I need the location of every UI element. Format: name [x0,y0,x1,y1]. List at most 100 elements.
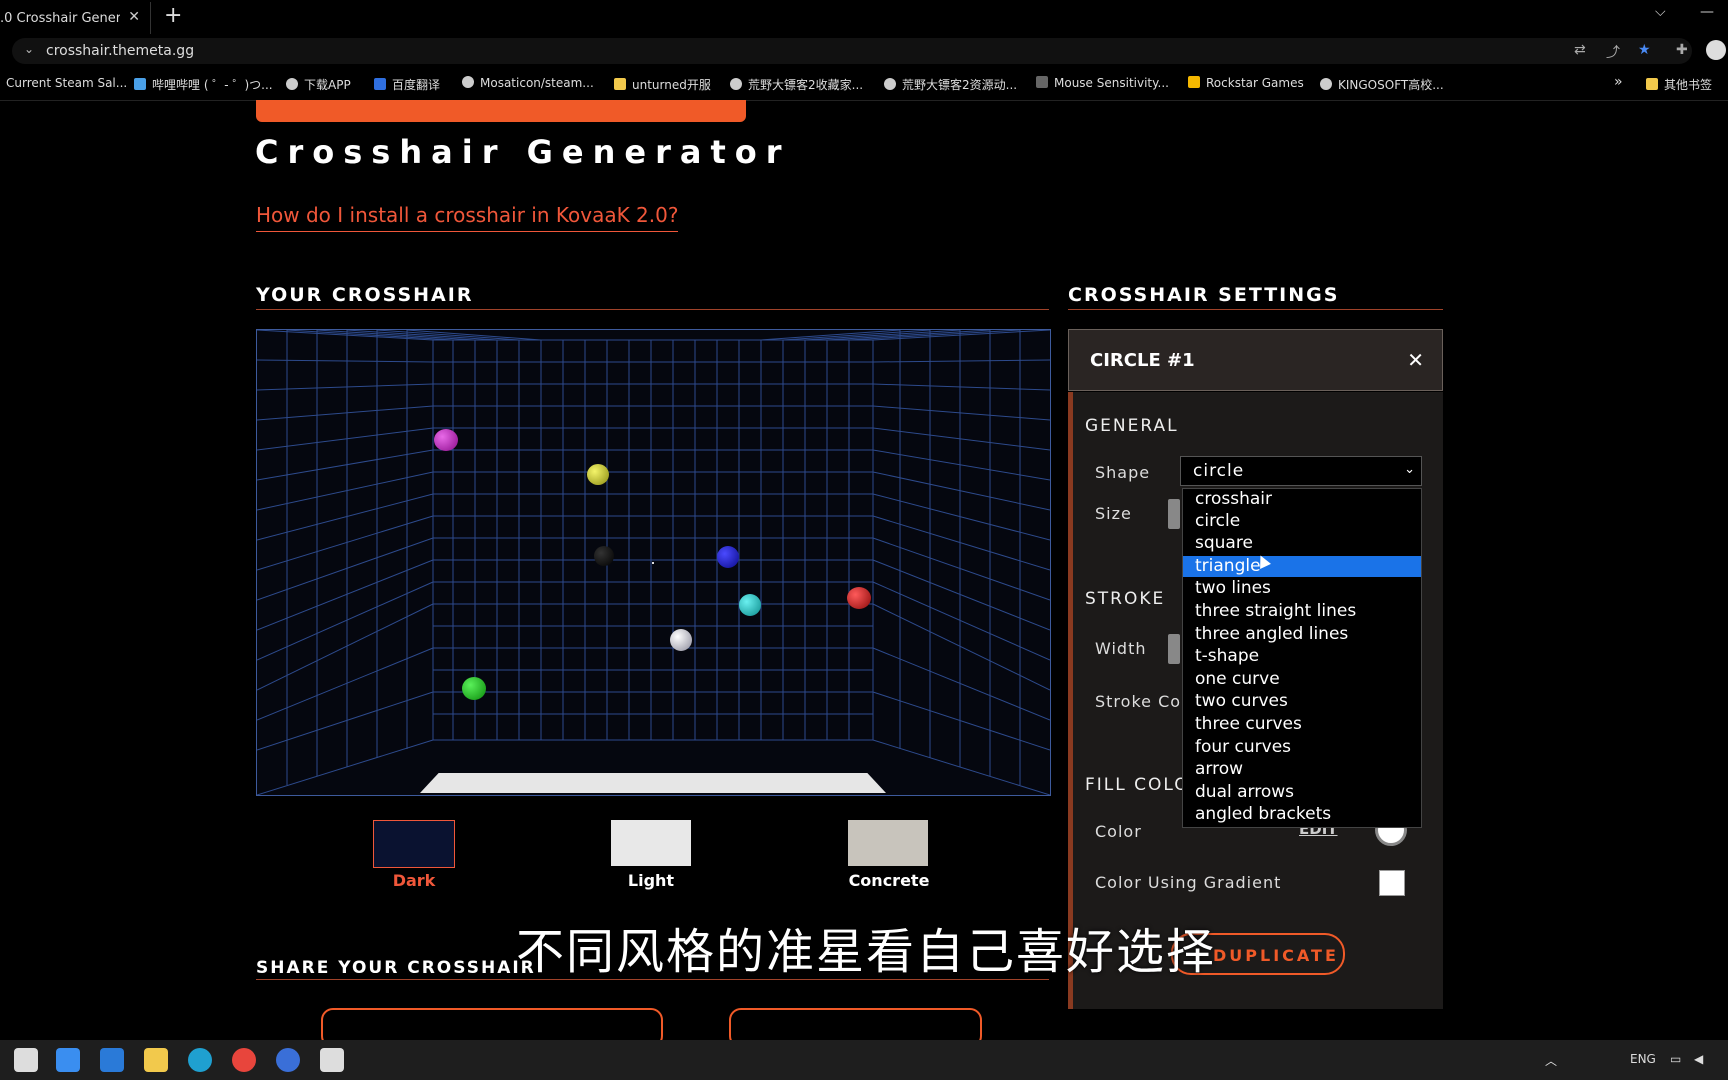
network-icon[interactable]: ▭ [1670,1052,1681,1066]
shape-label: Shape [1095,463,1151,482]
target-ball-white[interactable] [670,629,692,651]
shape-option[interactable]: dual arrows [1183,782,1421,803]
bookmarks-more-icon[interactable]: » [1614,74,1623,90]
extensions-icon[interactable]: ✚ [1676,42,1688,58]
bookmark-item[interactable]: 下载APP [286,76,351,93]
target-ball-black[interactable] [594,546,614,566]
target-ball-green[interactable] [462,677,486,700]
windows-taskbar: ︿ ENG ▭ ◀ [0,1040,1728,1080]
chrome-icon[interactable] [232,1048,256,1072]
github-icon [462,76,474,88]
panel-title: CIRCLE #1 [1090,350,1195,371]
thumb-concrete[interactable] [848,820,928,866]
bookmark-item[interactable]: Mouse Sensitivity... [1036,76,1169,90]
crosshair-dot [652,562,654,564]
bookmark-item[interactable]: unturned开服 [614,76,711,93]
gradient-checkbox[interactable] [1379,870,1405,896]
divider [256,309,1049,310]
thumb-label-dark[interactable]: Dark [354,871,474,890]
target-ball-red[interactable] [847,587,871,609]
share-heading: SHARE YOUR CROSSHAIR [256,958,536,978]
globe-icon [286,78,298,90]
bookmark-item[interactable]: 荒野大镖客2收藏家... [730,76,863,93]
size-label: Size [1095,504,1132,523]
bookmark-label: 百度翻译 [392,78,441,92]
chevron-down-icon[interactable]: ⌄ [24,42,34,56]
bookmark-item[interactable]: Mosaticon/steam... [462,76,594,90]
widgets-icon[interactable] [56,1048,80,1072]
bookmark-label: unturned开服 [632,78,711,92]
shape-option[interactable]: four curves [1183,737,1421,758]
bookmark-item[interactable]: 哔哩哔哩 ( ゜- ゜)つ... [134,76,273,93]
shape-option[interactable]: crosshair [1183,489,1421,510]
bookmark-item[interactable]: Current Steam Sal... [6,76,127,90]
bookmarks-bar: Current Steam Sal... 哔哩哔哩 ( ゜- ゜)つ... 下载… [0,68,1728,101]
thumb-light[interactable] [611,820,691,866]
shape-option[interactable]: two lines [1183,578,1421,599]
shape-option[interactable]: two curves [1183,691,1421,712]
close-icon[interactable]: ✕ [1407,348,1424,372]
volume-icon[interactable]: ◀ [1694,1052,1703,1066]
shape-option[interactable]: three straight lines [1183,601,1421,622]
share-icon[interactable]: ⤴ [1606,42,1620,62]
site-icon [884,78,896,90]
minimize-icon[interactable]: — [1700,4,1714,20]
file-explorer-icon[interactable] [144,1048,168,1072]
tab-close-icon[interactable]: ✕ [128,9,140,25]
shape-option[interactable]: circle [1183,511,1421,532]
target-ball-blue[interactable] [717,546,739,568]
app-icon[interactable] [276,1048,300,1072]
bookmark-label: KINGOSOFT高校... [1338,78,1444,92]
chevron-down-icon: ⌄ [1404,462,1415,477]
tab-search-chevron-icon[interactable]: ⌵ [1655,4,1666,20]
task-view-icon[interactable] [14,1048,38,1072]
install-help-link[interactable]: How do I install a crosshair in KovaaK 2… [256,203,679,232]
address-bar: ⌄ crosshair.themeta.gg ⇄ ⤴ ★ ✚ [0,34,1728,68]
bookmark-item[interactable]: Rockstar Games [1188,76,1304,90]
color-label: Color [1095,822,1142,841]
page-subtitle: Crosshair Generator [255,133,791,171]
shape-option[interactable]: three angled lines [1183,624,1421,645]
thumb-dark[interactable] [373,820,455,868]
url-input[interactable]: crosshair.themeta.gg [46,43,194,59]
bookmark-item[interactable]: 其他书签 [1646,76,1712,93]
folder-icon [1646,78,1658,90]
shape-option[interactable]: t-shape [1183,646,1421,667]
tab-title: .0 Crosshair Generator [0,10,120,26]
shape-option[interactable]: arrow [1183,759,1421,780]
thumb-label-concrete[interactable]: Concrete [829,871,949,890]
floor-platform [420,773,886,793]
width-slider-handle[interactable] [1168,634,1180,664]
mail-icon[interactable] [100,1048,124,1072]
tray-language[interactable]: ENG [1630,1052,1656,1066]
circle-panel-header[interactable]: CIRCLE #1 ✕ [1068,329,1443,391]
edge-icon[interactable] [188,1048,212,1072]
browser-tab[interactable]: .0 Crosshair Generator ✕ [0,2,151,34]
bookmark-label: 哔哩哔哩 ( ゜- ゜)つ... [152,78,273,92]
shape-option[interactable]: square [1183,533,1421,554]
tray-chevron-up-icon[interactable]: ︿ [1545,1052,1557,1069]
store-icon[interactable] [320,1048,344,1072]
gradient-label: Color Using Gradient [1095,873,1282,892]
general-section-title: GENERAL [1085,416,1179,436]
new-tab-button[interactable]: + [164,3,182,28]
shape-option[interactable]: one curve [1183,669,1421,690]
crosshair-settings-heading: CROSSHAIR SETTINGS [1068,284,1340,306]
avatar[interactable] [1706,40,1726,60]
bookmark-star-icon[interactable]: ★ [1638,42,1651,58]
bookmark-item[interactable]: 荒野大镖客2资源动... [884,76,1017,93]
size-slider-handle[interactable] [1168,499,1180,529]
shape-option-selected[interactable]: triangle [1183,556,1421,577]
shape-option[interactable]: three curves [1183,714,1421,735]
bookmark-item[interactable]: 百度翻译 [374,76,440,93]
bookmark-label: 其他书签 [1664,78,1713,92]
width-label: Width [1095,639,1147,658]
bookmark-item[interactable]: KINGOSOFT高校... [1320,76,1444,93]
shape-select[interactable]: circle ⌄ [1180,456,1422,486]
shape-option[interactable]: angled brackets [1183,804,1421,825]
target-ball-yellow[interactable] [587,464,609,485]
thumb-label-light[interactable]: Light [591,871,711,890]
target-ball-cyan[interactable] [739,594,761,616]
target-ball-magenta[interactable] [434,429,458,451]
translate-icon[interactable]: ⇄ [1574,42,1586,58]
